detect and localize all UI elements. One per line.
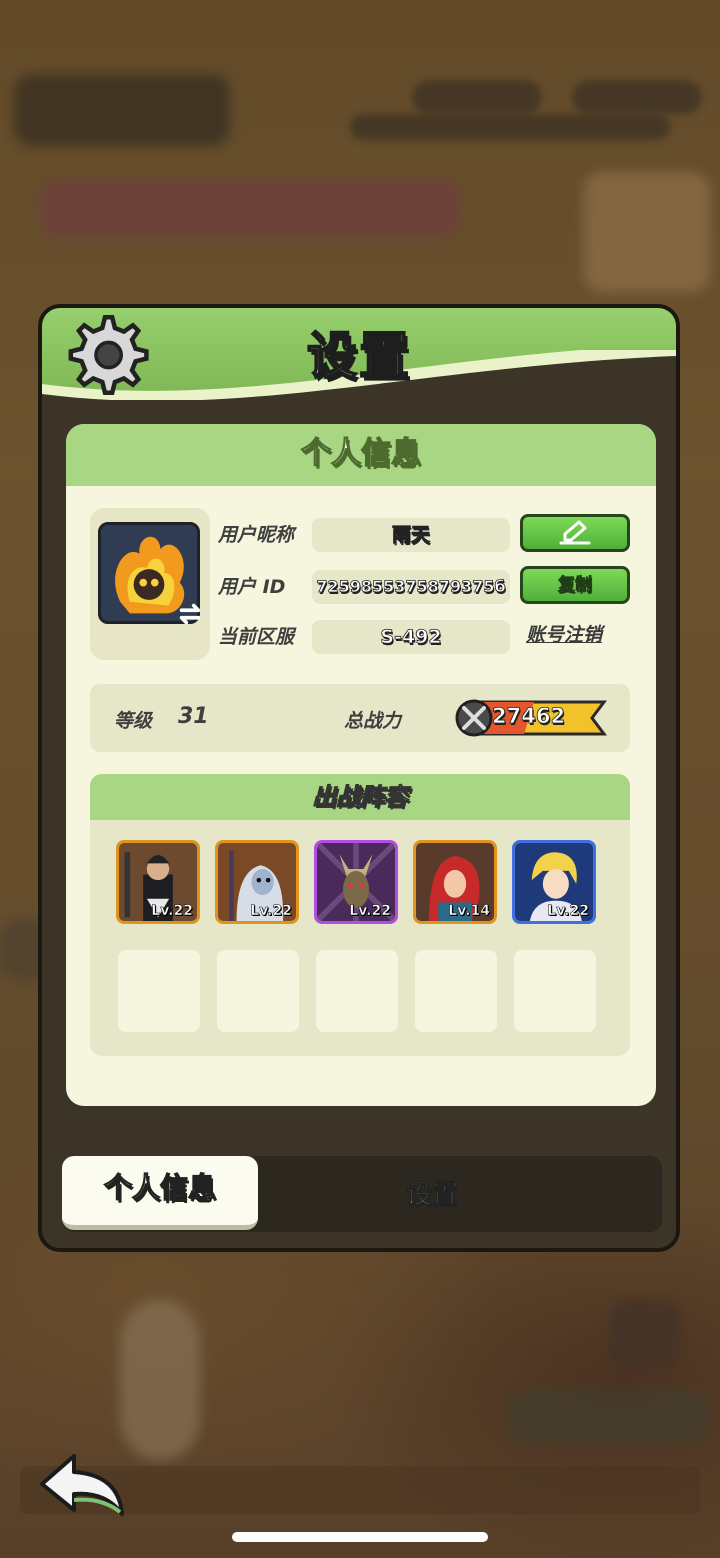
pencil-icon — [559, 520, 591, 545]
empty-hero-slot[interactable] — [118, 950, 200, 1032]
hero-level: Lv.22 — [349, 903, 391, 920]
empty-hero-slot[interactable] — [514, 950, 596, 1032]
power-value: 27462 — [492, 704, 566, 729]
empty-hero-slot[interactable] — [316, 950, 398, 1032]
card-title: 个人信息 — [66, 424, 656, 486]
edit-nickname-button[interactable] — [520, 514, 630, 552]
player-stats-bar: 等级 31 总战力 27462 — [90, 684, 630, 752]
hero-slot-3[interactable]: Lv.22 — [314, 840, 398, 924]
hero-level: Lv.22 — [151, 903, 193, 920]
hero-level: Lv.14 — [448, 903, 490, 920]
avatar-frame[interactable] — [90, 508, 210, 660]
empty-hero-slot[interactable] — [217, 950, 299, 1032]
tab-personal-info[interactable]: 个人信息 — [62, 1156, 258, 1230]
settings-dialog: 设置 个人信息 用户昵称 雨天 用户 ID 7259855375879375б … — [38, 304, 680, 1252]
cancel-account-link[interactable]: 账号注销 — [526, 620, 602, 647]
back-arrow-icon[interactable] — [36, 1450, 130, 1520]
hero-slot-1[interactable]: Lv.22 — [116, 840, 200, 924]
home-indicator[interactable] — [232, 1532, 488, 1542]
server-value: S-492 — [312, 620, 510, 654]
empty-hero-slot[interactable] — [415, 950, 497, 1032]
power-label: 总战力 — [344, 710, 402, 732]
level-value: 31 — [178, 704, 209, 729]
hero-slot-5[interactable]: Lv.22 — [512, 840, 596, 924]
dialog-tabs: 个人信息 设置 — [62, 1156, 662, 1232]
personal-info-card: 个人信息 用户昵称 雨天 用户 ID 7259855375879375б 复制 … — [66, 424, 656, 1106]
hero-level: Lv.22 — [547, 903, 589, 920]
lineup-title: 出战阵容 — [90, 774, 630, 820]
server-label: 当前区服 — [218, 626, 295, 648]
hero-level: Lv.22 — [250, 903, 292, 920]
nickname-value: 雨天 — [312, 518, 510, 552]
tab-settings[interactable]: 设置 — [342, 1156, 522, 1232]
gear-icon — [68, 314, 149, 396]
copy-id-button[interactable]: 复制 — [520, 566, 630, 604]
swap-avatar-icon[interactable] — [176, 600, 204, 628]
userid-value: 7259855375879375б — [312, 570, 510, 604]
level-label: 等级 — [114, 710, 153, 732]
battle-lineup: 出战阵容 Lv.22 Lv.22 Lv.22 Lv.14 Lv.22 — [90, 774, 630, 1056]
hero-slot-2[interactable]: Lv.22 — [215, 840, 299, 924]
userid-label: 用户 ID — [218, 576, 286, 598]
nickname-label: 用户昵称 — [218, 524, 295, 546]
hero-slot-4[interactable]: Lv.14 — [413, 840, 497, 924]
